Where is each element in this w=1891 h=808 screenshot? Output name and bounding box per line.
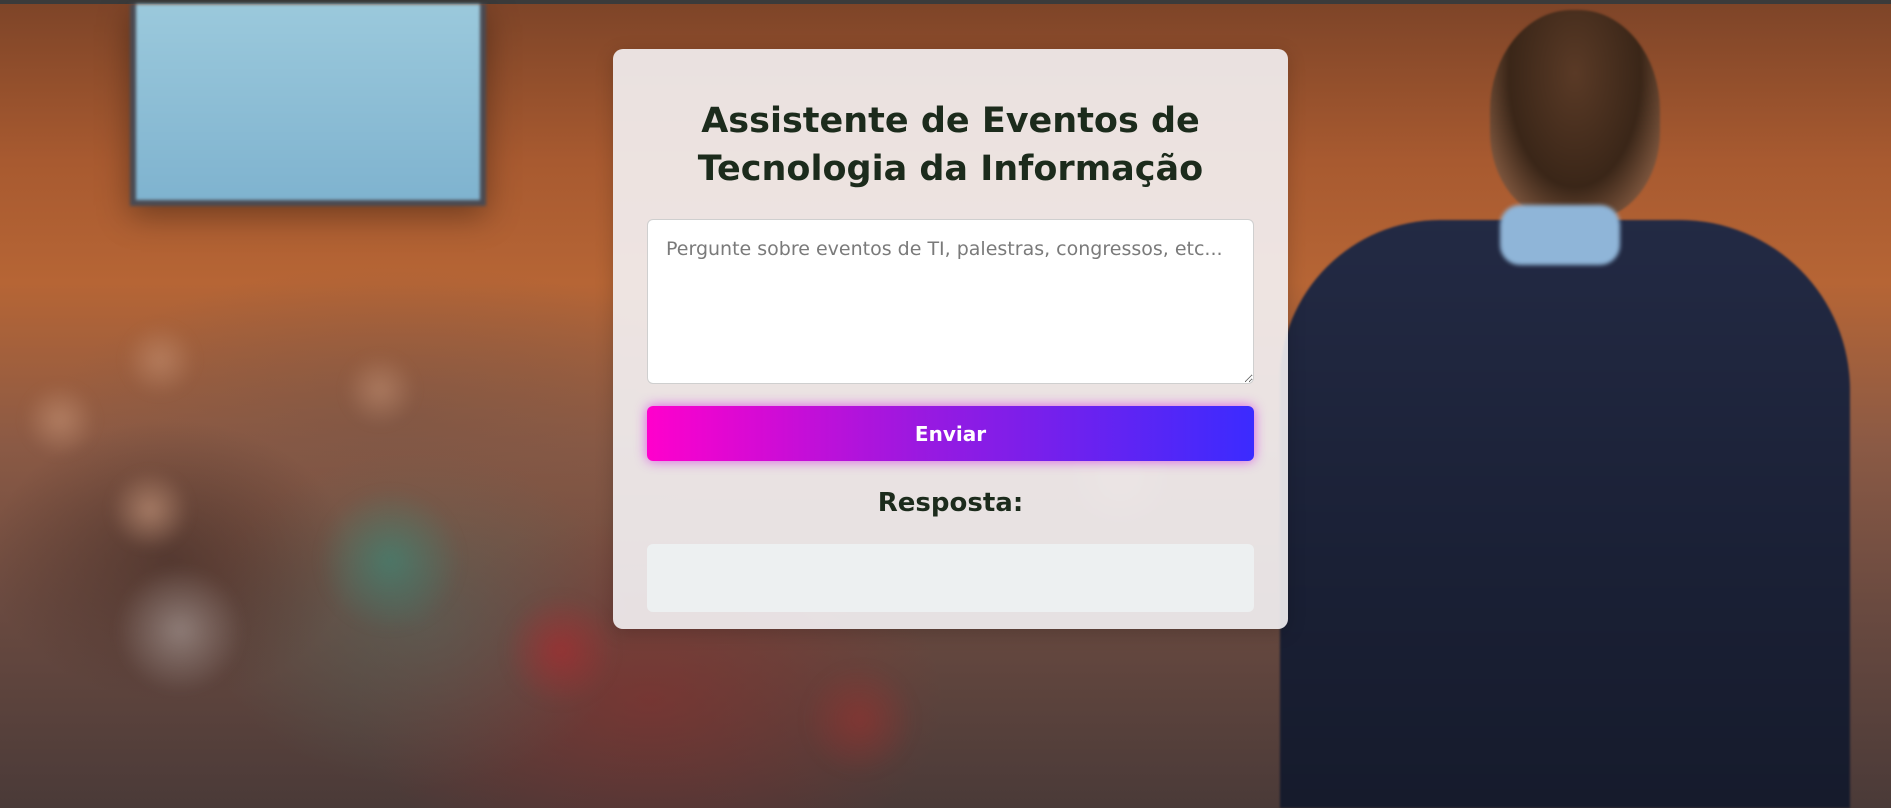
question-input[interactable]	[647, 219, 1254, 384]
background-speaker	[1280, 220, 1850, 808]
page-title: Assistente de Eventos de Tecnologia da I…	[697, 101, 1204, 189]
response-box	[647, 544, 1254, 612]
response-title: Resposta:	[877, 488, 1024, 518]
assistant-card: Assistente de Eventos de Tecnologia da I…	[613, 49, 1288, 629]
page: Assistente de Eventos de Tecnologia da I…	[0, 0, 1891, 808]
send-button[interactable]: Enviar	[647, 406, 1254, 461]
background-speaker-head	[1490, 10, 1660, 220]
background-speaker-collar	[1500, 205, 1620, 265]
background-projector-screen	[130, 4, 486, 206]
